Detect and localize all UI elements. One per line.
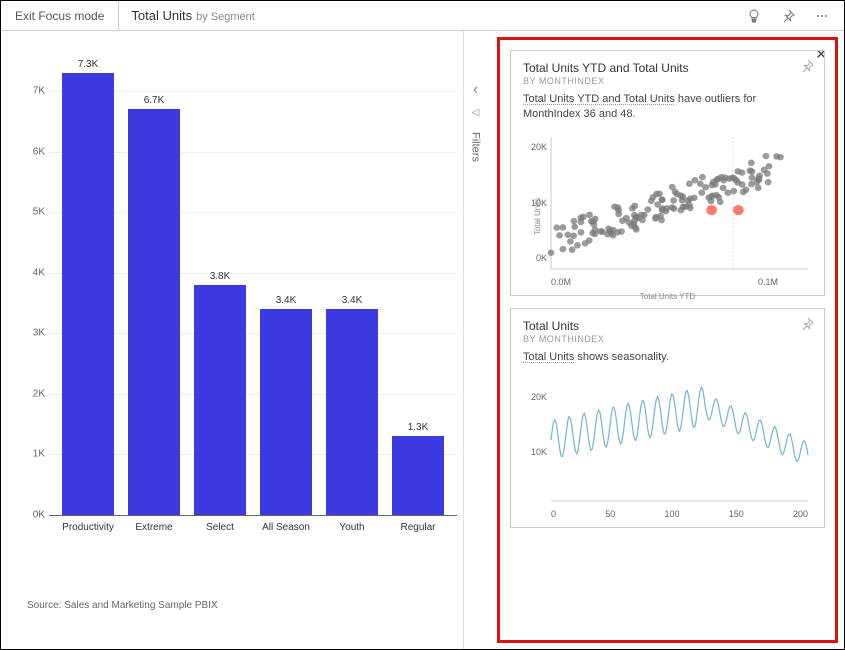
bar-youth[interactable]: 3.4K [319,295,385,515]
pin-icon[interactable] [780,8,796,24]
filters-label: Filters [470,132,482,162]
bar-productivity[interactable]: 7.3K [55,59,121,515]
card-title: Total Units [523,319,812,333]
x-tick: 0.0M [551,277,571,287]
y-tick: 10K [531,198,547,208]
bar-all-season[interactable]: 3.4K [253,295,319,515]
exit-focus-button[interactable]: Exit Focus mode [1,1,119,30]
y-tick: 6K [33,146,45,157]
bar-regular[interactable]: 1.3K [385,422,451,515]
x-tick: 50 [605,509,615,519]
insight-card-outliers: Total Units YTD and Total Units BY MONTH… [510,50,825,296]
x-axis-label: Total Units YTD [640,292,695,301]
pin-icon[interactable] [800,317,814,336]
expand-icon[interactable]: ◁ [472,107,480,118]
bar-value-label: 1.3K [408,422,429,433]
insights-panel: ✕ Total Units YTD and Total Units BY MON… [497,37,838,643]
y-tick: 0K [536,253,547,263]
bar-value-label: 3.4K [276,295,297,306]
bar-select[interactable]: 3.8K [187,271,253,515]
bar-value-label: 6.7K [144,95,165,106]
x-label: Extreme [121,522,187,533]
x-label: Youth [319,522,385,533]
y-tick: 3K [33,328,45,339]
bar-value-label: 7.3K [78,59,99,70]
pin-icon[interactable] [800,59,814,78]
x-tick: 150 [729,509,744,519]
content-area: 0K 1K 2K 3K 4K 5K 6K 7K 7.3K 6.7K 3.8K 3.4K 3.4K 1.3K… [1,31,844,649]
bar-extreme[interactable]: 6.7K [121,95,187,515]
header-bar: Exit Focus mode Total Units by Segment [1,1,844,31]
card-description: Total Units YTD and Total Units have out… [523,92,812,123]
y-tick: 20K [531,392,547,402]
line-chart: 20K 10K 0 50 100 150 200 [523,379,812,519]
y-tick: 5K [33,207,45,218]
x-tick: 100 [664,509,679,519]
title-main: Total Units [131,8,192,23]
filters-pane-collapsed[interactable]: ‹ ◁ Filters [463,31,487,649]
title-subtitle: by Segment [196,11,255,23]
card-subtitle: BY MONTHINDEX [523,334,812,344]
page-title: Total Units by Segment [119,8,266,23]
more-icon[interactable] [814,8,830,24]
card-subtitle: BY MONTHINDEX [523,76,812,86]
x-tick: 0.1M [758,277,778,287]
main-chart: 0K 1K 2K 3K 4K 5K 6K 7K 7.3K 6.7K 3.8K 3.4K 3.4K 1.3K… [1,31,463,649]
bar-value-label: 3.8K [210,271,231,282]
insight-card-seasonality: Total Units BY MONTHINDEX Total Units sh… [510,308,825,528]
y-tick: 7K [33,86,45,97]
card-title: Total Units YTD and Total Units [523,61,812,75]
x-label: Select [187,522,253,533]
y-tick: 0K [33,510,45,521]
x-tick: 200 [793,509,808,519]
x-label: Regular [385,522,451,533]
card-description: Total Units shows seasonality. [523,350,812,365]
chevron-left-icon[interactable]: ‹ [473,81,478,99]
y-tick: 20K [531,142,547,152]
lightbulb-icon[interactable] [746,8,762,24]
y-tick: 10K [531,447,547,457]
x-label: Productivity [55,522,121,533]
x-tick: 0 [551,509,556,519]
y-tick: 4K [33,267,45,278]
x-label: All Season [253,522,319,533]
bar-value-label: 3.4K [342,295,363,306]
scatter-chart: Total Units 20K 10K 0K 0.0M 0.1M Total U… [523,137,812,287]
source-label: Source: Sales and Marketing Sample PBIX [27,600,218,611]
y-tick: 2K [33,388,45,399]
y-tick: 1K [33,449,45,460]
